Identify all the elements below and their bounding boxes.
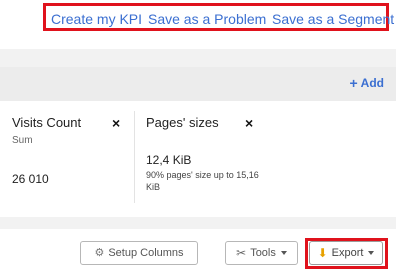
tools-button[interactable]: ✂ Tools xyxy=(225,241,298,265)
pages-sizes-value: 12,4 KiB xyxy=(146,153,192,167)
gear-icon: ⚙ xyxy=(94,246,105,259)
save-as-problem-link[interactable]: Save as a Problem xyxy=(148,11,266,27)
top-actions-highlight: Create my KPI Save as a Problem Save as … xyxy=(43,3,394,31)
separator-bar xyxy=(0,49,396,67)
export-button[interactable]: ⬇ Export xyxy=(309,241,383,265)
plus-icon: + xyxy=(349,75,358,91)
save-as-segment-link[interactable]: Save as a Segment xyxy=(272,11,394,27)
export-label: Export xyxy=(331,247,364,259)
metric-cards: Visits Count × Sum 26 010 Pages' sizes ×… xyxy=(0,101,396,217)
pages-sizes-title: Pages' sizes xyxy=(146,115,219,130)
create-my-kpi-link[interactable]: Create my KPI xyxy=(51,11,142,27)
visits-count-value: 26 010 xyxy=(12,172,49,186)
chevron-down-icon xyxy=(280,251,287,255)
add-label: Add xyxy=(360,76,384,90)
visits-count-close-icon[interactable]: × xyxy=(112,115,120,131)
chevron-down-icon xyxy=(368,251,375,255)
bottom-separator xyxy=(0,217,396,229)
wrench-icon: ✂ xyxy=(236,246,247,260)
card-toolbar: + Add xyxy=(0,67,396,101)
visits-count-subtitle: Sum xyxy=(12,135,33,146)
download-icon: ⬇ xyxy=(317,246,328,260)
pages-sizes-close-icon[interactable]: × xyxy=(245,115,253,131)
setup-columns-label: Setup Columns xyxy=(108,247,184,259)
pages-sizes-note: 90% pages' size up to 15,16 KiB xyxy=(146,170,259,192)
setup-columns-button[interactable]: ⚙ Setup Columns xyxy=(80,241,198,265)
visits-count-title: Visits Count xyxy=(12,115,82,130)
tools-label: Tools xyxy=(250,247,276,259)
card-divider xyxy=(134,111,135,203)
add-card-button[interactable]: + Add xyxy=(349,76,384,90)
